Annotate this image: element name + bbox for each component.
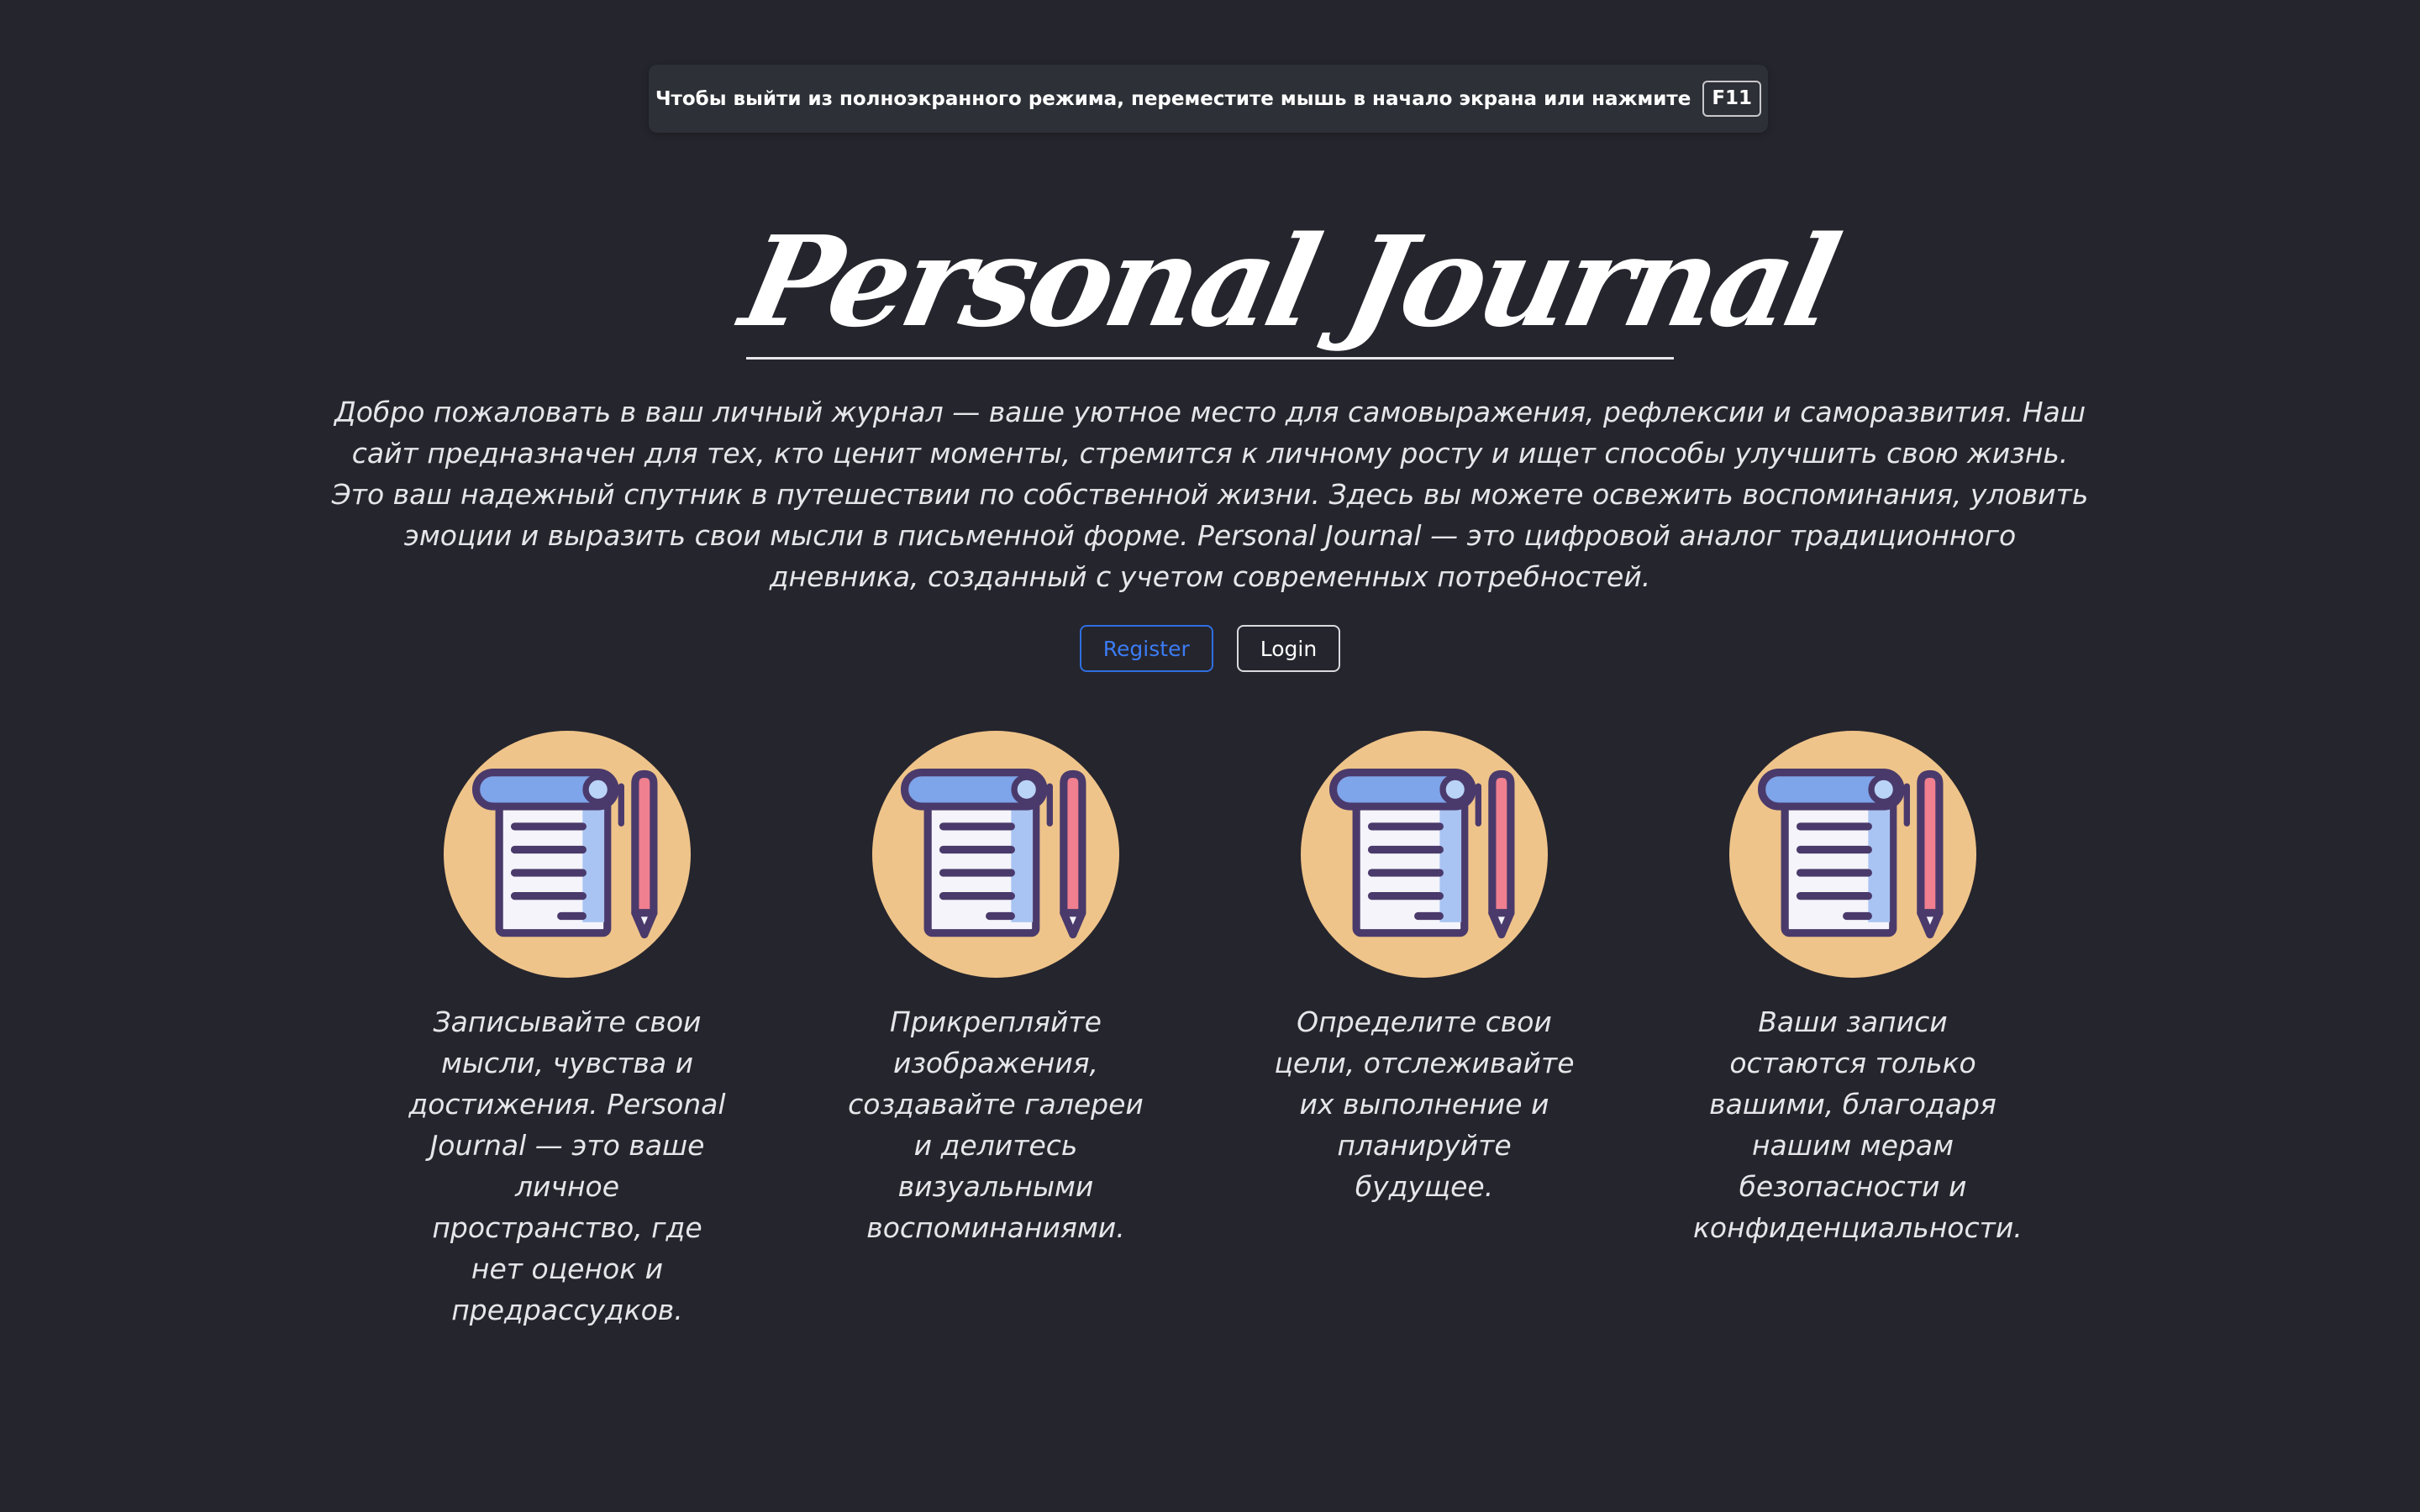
notepad-pen-icon [1301,731,1548,978]
feature-description: Прикрепляйте изображения, создавайте гал… [848,1005,1144,1244]
feature-description: Записывайте свои мысли, чувства и достиж… [408,1005,726,1326]
intro-paragraph: Это ваш надежный спутник в путешествии п… [331,478,2089,593]
register-button[interactable]: Register [1079,625,1213,672]
fullscreen-notice-message: Чтобы выйти из полноэкранного режима, пе… [655,87,1691,110]
features-section: Записывайте свои мысли, чувства и достиж… [0,731,2420,1403]
landing-page: Чтобы выйти из полноэкранного режима, пе… [0,0,2420,1512]
login-button[interactable]: Login [1236,625,1341,672]
page-title-text: Personal Journal [730,208,1847,354]
intro-text: Добро пожаловать в ваш личный журнал — в… [328,391,2092,597]
intro-paragraph: Добро пожаловать в ваш личный журнал — в… [334,396,2086,470]
fullscreen-key-badge: F11 [1702,81,1762,117]
page-title: Personal Journal [731,208,1846,360]
feature-description: Определите свои цели, отслеживайте их вы… [1274,1005,1575,1203]
auth-buttons: Register Login [0,625,2420,672]
fullscreen-notice: Чтобы выйти из полноэкранного режима, пе… [649,65,1768,133]
feature-card: Ваши записи остаются только вашими, благ… [1693,731,2023,1248]
feature-card: Определите свои цели, отслеживайте их вы… [1265,731,1584,1207]
notepad-pen-icon [1729,731,1976,978]
feature-card: Записывайте свои мысли, чувства и достиж… [408,731,727,1331]
feature-card: Прикрепляйте изображения, создавайте гал… [836,731,1155,1248]
feature-description: Ваши записи остаются только вашими, благ… [1693,1005,2023,1244]
notepad-pen-icon [872,731,1119,978]
notepad-pen-icon [444,731,691,978]
